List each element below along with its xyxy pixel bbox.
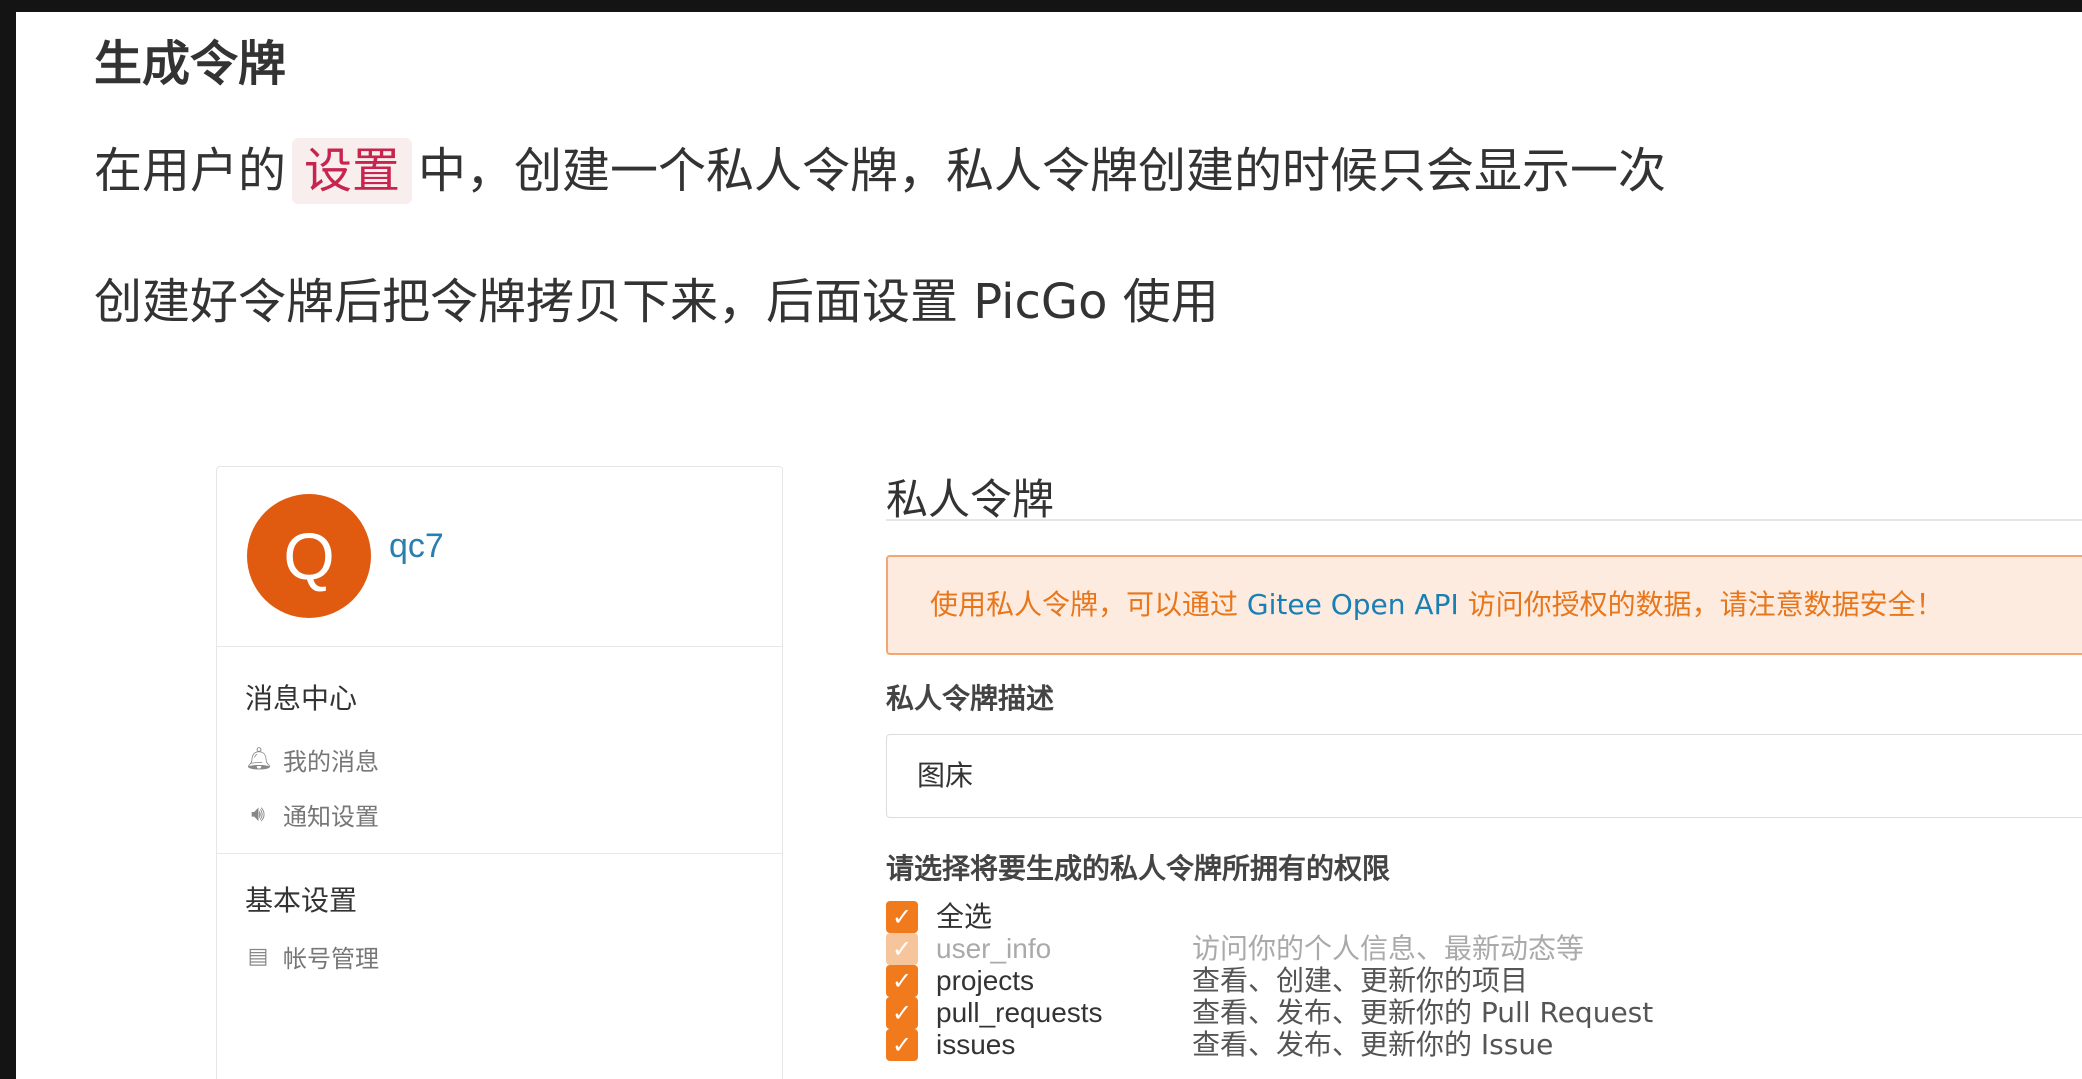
permission-row[interactable]: ✓ issues 查看、发布、更新你的 Issue bbox=[886, 1028, 1553, 1062]
permission-checkbox[interactable]: ✓ bbox=[886, 1029, 918, 1061]
permission-description: 查看、发布、更新你的 Pull Request bbox=[1192, 996, 1654, 1029]
permission-name: user_info bbox=[936, 933, 1052, 964]
section-heading: 生成令牌 bbox=[94, 36, 287, 92]
settings-sidebar: Q qc7 消息中心 🔔︎ 我的消息 🔊︎ 通知设置 基本设置 ▤ 帐号管理 bbox=[216, 466, 783, 1079]
permission-description: 查看、发布、更新你的 Issue bbox=[1192, 1028, 1554, 1061]
divider bbox=[886, 519, 2082, 521]
permission-checkbox[interactable]: ✓ bbox=[886, 965, 918, 997]
select-all-checkbox-row[interactable]: ✓ 全选 bbox=[886, 900, 992, 934]
token-description-label: 私人令牌描述 bbox=[886, 682, 1055, 715]
sidebar-item-label: 我的消息 bbox=[283, 748, 379, 776]
alert-text: 使用私人令牌，可以通过 bbox=[930, 588, 1239, 621]
speaker-icon: 🔊︎ bbox=[251, 802, 265, 827]
security-alert: 使用私人令牌，可以通过 Gitee Open API 访问你授权的数据，请注意数… bbox=[886, 555, 2082, 655]
permission-name: pull_requests bbox=[936, 997, 1103, 1028]
permission-description: 访问你的个人信息、最新动态等 bbox=[1192, 932, 1585, 965]
permission-checkbox: ✓ bbox=[886, 933, 918, 965]
inline-code-settings: 设置 bbox=[292, 138, 413, 204]
token-description-input[interactable]: 图床 bbox=[886, 734, 2082, 818]
permission-row: ✓ user_info 访问你的个人信息、最新动态等 bbox=[886, 932, 1584, 966]
paragraph-text: 中，创建一个私人令牌，私人令牌创建的时候只会显示一次 bbox=[418, 143, 1667, 199]
paragraph-settings: 在用户的 设置 中，创建一个私人令牌，私人令牌创建的时候只会显示一次 bbox=[94, 138, 1666, 204]
username-link[interactable]: qc7 bbox=[389, 527, 444, 566]
permission-checkbox[interactable]: ✓ bbox=[886, 997, 918, 1029]
article-body: 生成令牌 在用户的 设置 中，创建一个私人令牌，私人令牌创建的时候只会显示一次 创建… bbox=[16, 12, 2082, 1079]
embedded-gitee-screenshot: Q qc7 消息中心 🔔︎ 我的消息 🔊︎ 通知设置 基本设置 ▤ 帐号管理 私… bbox=[206, 452, 2082, 1079]
paragraph-copy-token: 创建好令牌后把令牌拷贝下来，后面设置 PicGo 使用 bbox=[94, 274, 1219, 330]
sidebar-item-notification-settings[interactable]: 🔊︎ 通知设置 bbox=[245, 797, 379, 832]
gitee-open-api-link[interactable]: Gitee Open API bbox=[1247, 588, 1459, 621]
sidebar-item-label: 通知设置 bbox=[283, 803, 379, 831]
permission-row[interactable]: ✓ pull_requests 查看、发布、更新你的 Pull Request bbox=[886, 996, 1653, 1030]
panel-title: 私人令牌 bbox=[886, 475, 1055, 524]
permissions-label: 请选择将要生成的私人令牌所拥有的权限 bbox=[886, 852, 1391, 885]
bell-icon: 🔔︎ bbox=[245, 747, 273, 772]
section-title-messages: 消息中心 bbox=[245, 682, 358, 715]
permission-name: issues bbox=[936, 1029, 1016, 1060]
section-title-basic-settings: 基本设置 bbox=[245, 884, 358, 917]
sidebar-item-label: 帐号管理 bbox=[283, 945, 379, 973]
profile-card: Q qc7 bbox=[217, 467, 782, 647]
alert-text: 访问你授权的数据，请注意数据安全！ bbox=[1467, 588, 1944, 621]
permission-description: 查看、创建、更新你的项目 bbox=[1192, 964, 1529, 997]
paragraph-text: 在用户的 bbox=[94, 143, 287, 199]
select-all-checkbox[interactable]: ✓ bbox=[886, 901, 918, 933]
sidebar-item-account-management[interactable]: ▤ 帐号管理 bbox=[245, 939, 379, 974]
select-all-label: 全选 bbox=[936, 901, 993, 932]
avatar[interactable]: Q bbox=[247, 494, 371, 618]
permission-name: projects bbox=[936, 965, 1035, 996]
sidebar-item-my-messages[interactable]: 🔔︎ 我的消息 bbox=[245, 742, 379, 777]
id-card-icon: ▤ bbox=[247, 944, 269, 969]
permission-row[interactable]: ✓ projects 查看、创建、更新你的项目 bbox=[886, 964, 1528, 998]
divider bbox=[217, 853, 782, 854]
